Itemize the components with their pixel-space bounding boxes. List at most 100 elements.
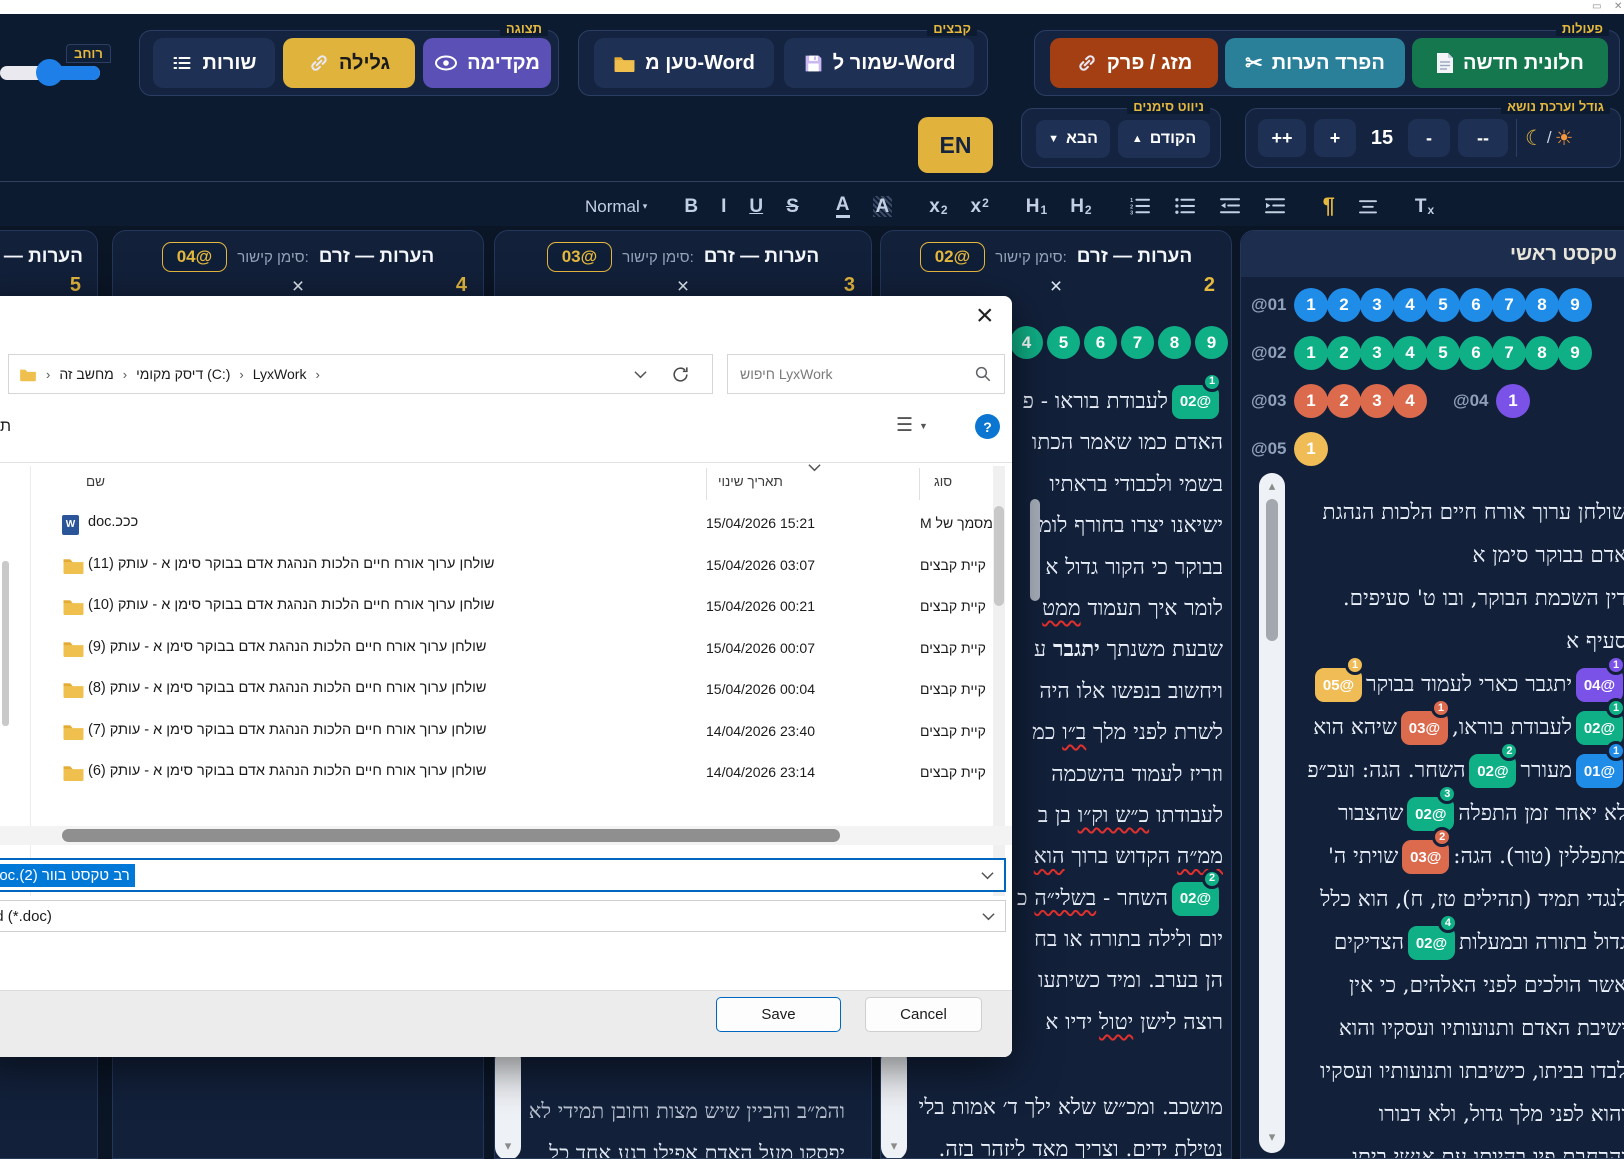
- marker-occurrence[interactable]: 9: [1558, 336, 1592, 370]
- scrollbar-thumb[interactable]: [1266, 499, 1278, 641]
- search-input[interactable]: חיפוש LyxWork: [727, 354, 1005, 394]
- file-row[interactable]: שולחן ערוך אורח חיים הלכות הנהגת אדם בבו…: [0, 546, 988, 588]
- file-row[interactable]: שולחן ערוך אורח חיים הלכות הנהגת אדם בבו…: [0, 670, 988, 712]
- file-row[interactable]: W כככ.doc 15/04/2026 15:21 מסמך של M: [0, 504, 993, 546]
- marker-occurrence[interactable]: 8: [1158, 326, 1191, 359]
- language-button[interactable]: EN: [918, 117, 993, 173]
- marker-occurrence[interactable]: 3: [1360, 288, 1394, 322]
- scrollbar-thumb[interactable]: [1030, 499, 1040, 601]
- breadcrumb-item[interactable]: LyxWork: [253, 366, 307, 382]
- heading-2-button[interactable]: H2: [1070, 197, 1091, 216]
- font-increase-button[interactable]: +: [1314, 119, 1356, 157]
- inline-marker-badge[interactable]: @02 4: [1407, 913, 1458, 960]
- inline-marker-badge[interactable]: @03 2: [1402, 827, 1453, 874]
- highlight-color-button[interactable]: A: [872, 195, 893, 217]
- scroll-up-icon[interactable]: ▴: [1259, 478, 1285, 494]
- cancel-button[interactable]: Cancel: [865, 997, 982, 1032]
- file-row[interactable]: שולחן ערוך אורח חיים הלכות הנהגת אדם בבו…: [0, 753, 988, 795]
- marker-occurrence[interactable]: 7: [1492, 336, 1526, 370]
- horizontal-scrollbar[interactable]: [0, 826, 1012, 845]
- marker-occurrence[interactable]: 3: [1360, 384, 1394, 418]
- marker-occurrence[interactable]: 4: [1393, 288, 1427, 322]
- marker-occurrence[interactable]: 2: [1327, 288, 1361, 322]
- strikethrough-button[interactable]: S: [786, 197, 799, 216]
- inline-marker-badge[interactable]: @02 2: [1172, 868, 1222, 916]
- outdent-button[interactable]: [1219, 197, 1241, 215]
- indent-button[interactable]: [1264, 197, 1286, 215]
- underline-button[interactable]: U: [749, 197, 763, 216]
- marker-occurrence[interactable]: 5: [1426, 288, 1460, 322]
- load-word-button[interactable]: טען מ-Word: [594, 38, 774, 88]
- dialog-close-button[interactable]: ×: [976, 300, 994, 332]
- marker-occurrence[interactable]: 2: [1327, 384, 1361, 418]
- marker-occurrence[interactable]: 1: [1496, 384, 1530, 418]
- split-comments-button[interactable]: ✂ הפרד הערות: [1225, 38, 1405, 88]
- rows-button[interactable]: שורות: [153, 38, 275, 88]
- bold-button[interactable]: B: [684, 197, 698, 216]
- scroll-down-icon[interactable]: ▾: [881, 1138, 907, 1154]
- marker-occurrence[interactable]: 2: [1327, 336, 1361, 370]
- help-button[interactable]: ?: [975, 414, 1000, 439]
- marker-occurrence[interactable]: 4: [1393, 336, 1427, 370]
- inline-marker-badge[interactable]: @03 1: [1400, 698, 1451, 745]
- marker-occurrence[interactable]: 9: [1195, 326, 1228, 359]
- scroll-button[interactable]: גלילה: [283, 38, 415, 88]
- font-increase2-button[interactable]: ++: [1258, 119, 1306, 157]
- save-button[interactable]: Save: [716, 997, 841, 1032]
- column-divider[interactable]: [919, 468, 920, 500]
- maximize-icon[interactable]: ▭: [1592, 1, 1601, 13]
- style-selector-button[interactable]: Normal ▾: [585, 198, 647, 215]
- italic-button[interactable]: I: [721, 197, 726, 216]
- new-pane-button[interactable]: חלונית חדשה: [1412, 38, 1608, 88]
- scrollbar-thumb[interactable]: [62, 829, 840, 842]
- marker-occurrence[interactable]: 6: [1084, 326, 1117, 359]
- inline-marker-badge[interactable]: @05 1: [1315, 655, 1366, 702]
- filetype-select[interactable]: Word (*.doc): [0, 900, 1006, 932]
- scroll-down-icon[interactable]: ▾: [1259, 1129, 1285, 1145]
- marker-occurrence[interactable]: 4: [1010, 326, 1043, 359]
- prev-marker-button[interactable]: ▲ הקודם: [1118, 120, 1210, 158]
- scrollbar[interactable]: ▾: [881, 1047, 907, 1158]
- inline-marker-badge[interactable]: @02 2: [1469, 741, 1520, 788]
- view-toggle-button[interactable]: ☰ ▼: [896, 414, 928, 437]
- ordered-list-button[interactable]: 123: [1129, 197, 1151, 215]
- file-row[interactable]: שולחן ערוך אורח חיים הלכות הנהגת אדם בבו…: [0, 587, 988, 629]
- theme-toggle[interactable]: ☾ / ☀: [1525, 126, 1573, 151]
- breadcrumb[interactable]: › מחשב זה › דיסק מקומי (C:) › LyxWork ›: [8, 354, 713, 394]
- column-divider[interactable]: [706, 468, 707, 500]
- column-header-date[interactable]: תאריך שינוי: [718, 474, 783, 489]
- heading-1-button[interactable]: H1: [1026, 197, 1047, 216]
- refresh-icon[interactable]: [671, 365, 690, 384]
- scrollbar-thumb[interactable]: [994, 506, 1004, 606]
- width-slider[interactable]: [0, 59, 100, 86]
- inline-marker-badge[interactable]: @02 3: [1407, 784, 1458, 831]
- scroll-down-icon[interactable]: ▾: [495, 1138, 521, 1154]
- marker-occurrence[interactable]: 1: [1294, 288, 1328, 322]
- marker-occurrence[interactable]: 6: [1459, 288, 1493, 322]
- marker-occurrence[interactable]: 3: [1360, 336, 1394, 370]
- marker-occurrence[interactable]: 5: [1426, 336, 1460, 370]
- marker-occurrence[interactable]: 1: [1294, 384, 1328, 418]
- inline-marker-badge[interactable]: @02 1: [1172, 372, 1222, 419]
- marker-occurrence[interactable]: 6: [1459, 336, 1493, 370]
- merge-split-button[interactable]: מזג / פרק: [1050, 38, 1218, 88]
- marker-occurrence[interactable]: 4: [1393, 384, 1427, 418]
- breadcrumb-dropdown-icon[interactable]: [634, 370, 647, 379]
- preview-button[interactable]: מקדימה: [423, 38, 551, 88]
- text-color-button[interactable]: A: [835, 195, 850, 218]
- align-button[interactable]: [1358, 198, 1378, 214]
- marker-occurrence[interactable]: 1: [1294, 432, 1328, 466]
- font-decrease2-button[interactable]: --: [1458, 119, 1508, 157]
- column-header-name[interactable]: שם: [86, 474, 105, 489]
- font-decrease-button[interactable]: -: [1408, 119, 1450, 157]
- column-header-type[interactable]: סוג: [934, 474, 952, 489]
- save-word-button[interactable]: שמור ל-Word: [784, 38, 974, 88]
- bullet-list-button[interactable]: [1174, 197, 1196, 215]
- marker-occurrence[interactable]: 8: [1525, 336, 1559, 370]
- file-row[interactable]: שולחן ערוך אורח חיים הלכות הנהגת אדם בבו…: [0, 629, 988, 671]
- main-scrollbar[interactable]: ▴ ▾: [1259, 473, 1285, 1153]
- marker-occurrence[interactable]: 8: [1525, 288, 1559, 322]
- scrollbar[interactable]: ▾: [495, 1047, 521, 1158]
- breadcrumb-item[interactable]: מחשב זה: [59, 366, 113, 382]
- width-slider-knob[interactable]: [36, 59, 63, 86]
